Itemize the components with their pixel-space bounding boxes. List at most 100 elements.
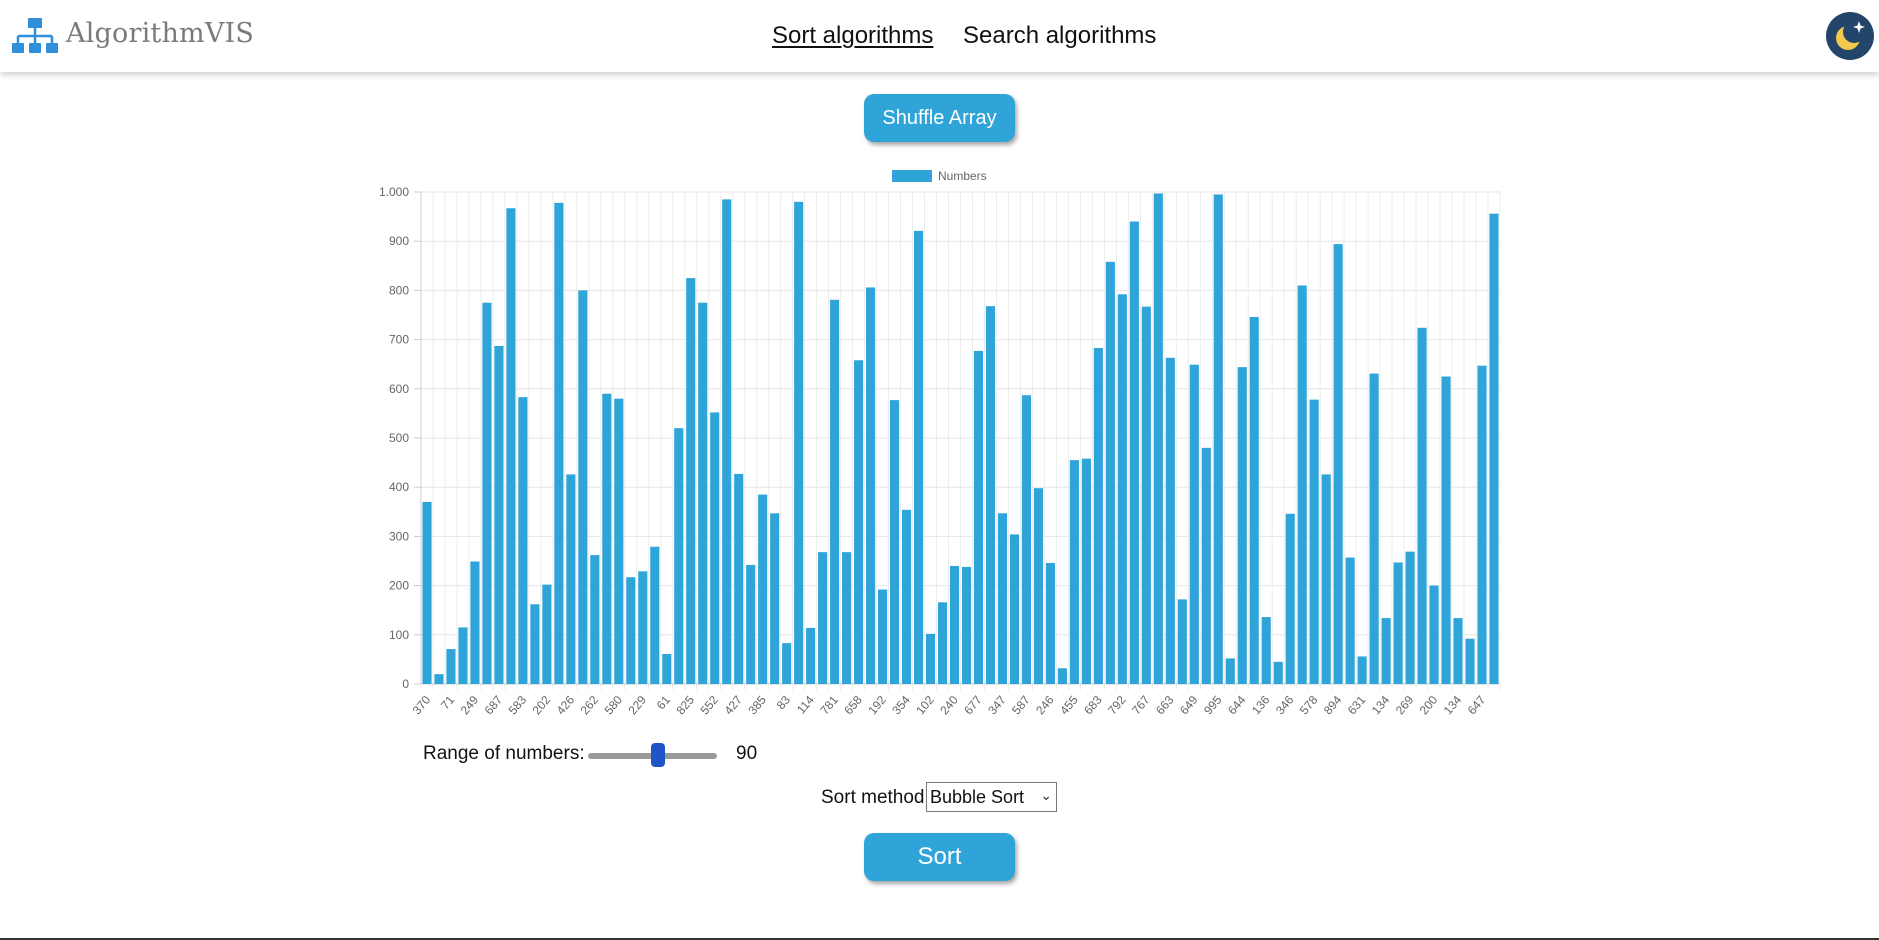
- x-tick-label: 455: [1057, 693, 1081, 718]
- chart-bar: [1129, 221, 1139, 684]
- chart-bar: [1429, 585, 1439, 684]
- chart-bar: [997, 513, 1008, 684]
- x-tick-label: 229: [625, 693, 649, 718]
- sitemap-logo-icon[interactable]: [12, 16, 58, 56]
- range-slider-thumb[interactable]: [651, 743, 665, 767]
- chart-bar: [1345, 557, 1355, 684]
- x-tick-label: 687: [482, 693, 506, 718]
- chart-bar: [1273, 661, 1283, 684]
- chart-bar: [566, 474, 576, 684]
- chart-bar: [434, 674, 444, 684]
- x-tick-label: 631: [1345, 693, 1369, 718]
- chart-bar: [482, 302, 492, 684]
- chart-bar: [973, 350, 984, 684]
- chart-bar: [1285, 513, 1295, 684]
- x-tick-label: 240: [937, 693, 961, 718]
- chart-bar: [770, 513, 780, 684]
- chart-bar: [698, 302, 708, 684]
- chart-bar: [1441, 376, 1451, 684]
- chart-bar: [650, 546, 660, 684]
- y-tick-label: 400: [389, 480, 409, 494]
- x-tick-label: 894: [1321, 693, 1345, 718]
- chart-bar: [1381, 618, 1391, 684]
- nav-search-algorithms[interactable]: Search algorithms: [963, 22, 1156, 50]
- chart-bar: [1045, 562, 1055, 684]
- chart-bar: [530, 604, 540, 684]
- chart-bar: [458, 627, 468, 684]
- chart-bar: [758, 494, 768, 684]
- chart-bar: [782, 643, 792, 684]
- chart-bar: [1117, 294, 1127, 684]
- sort-method-select[interactable]: Bubble Sort ⌄: [926, 782, 1057, 812]
- x-tick-label: 825: [673, 693, 697, 718]
- sort-button[interactable]: Sort: [864, 833, 1015, 881]
- shuffle-array-button[interactable]: Shuffle Array: [864, 94, 1015, 142]
- x-tick-label: 644: [1225, 693, 1249, 718]
- y-tick-label: 900: [389, 234, 409, 248]
- chart-bar: [937, 602, 948, 684]
- x-tick-label: 346: [1273, 693, 1297, 718]
- y-tick-label: 300: [389, 529, 409, 543]
- chart-bar: [1057, 668, 1067, 684]
- chart-bar: [842, 552, 852, 684]
- chart-bar: [494, 345, 504, 684]
- chart-bar: [674, 428, 684, 684]
- y-tick-label: 0: [402, 677, 409, 691]
- chart-bar: [1237, 367, 1247, 684]
- chart-bar: [446, 649, 456, 684]
- y-tick-label: 1.000: [379, 185, 409, 199]
- chart-bar: [1393, 562, 1403, 684]
- chart-bar: [518, 397, 528, 684]
- chart-bar: [1105, 261, 1115, 684]
- x-tick-label: 385: [745, 693, 769, 718]
- chart-bar: [710, 412, 720, 684]
- chart-bar: [1453, 618, 1463, 684]
- chart-bar: [1177, 599, 1187, 684]
- x-tick-label: 347: [985, 693, 1009, 718]
- nav-sort-algorithms[interactable]: Sort algorithms: [772, 22, 933, 50]
- chart-bar: [1189, 364, 1199, 684]
- chart-bar: [1261, 617, 1271, 684]
- x-tick-label: 552: [697, 693, 721, 718]
- chart-bar: [1417, 327, 1427, 684]
- chart-bar: [470, 561, 480, 684]
- x-tick-label: 370: [410, 693, 434, 718]
- x-tick-label: 649: [1177, 693, 1201, 718]
- x-tick-label: 781: [817, 693, 841, 718]
- chart-bar: [1405, 551, 1415, 684]
- x-tick-label: 249: [458, 693, 482, 718]
- brand-name[interactable]: AlgorithmVIS: [66, 18, 254, 49]
- chart-bar: [949, 565, 960, 684]
- chart-bar: [794, 201, 804, 684]
- sort-method-label: Sort method:: [821, 787, 930, 808]
- x-tick-label: 114: [794, 693, 817, 717]
- x-tick-label: 262: [578, 693, 602, 718]
- x-tick-label: 647: [1465, 693, 1489, 718]
- chart-bar: [1093, 347, 1103, 684]
- chart-bar: [578, 290, 588, 684]
- x-tick-label: 683: [1081, 693, 1105, 718]
- chart-bar: [1009, 534, 1020, 684]
- x-tick-label: 134: [1441, 693, 1465, 718]
- x-tick-label: 995: [1201, 693, 1225, 718]
- chart-bar: [1201, 447, 1211, 684]
- x-tick-label: 136: [1249, 693, 1273, 718]
- y-tick-label: 700: [389, 333, 409, 347]
- theme-toggle-button[interactable]: [1826, 12, 1874, 60]
- x-tick-label: 269: [1393, 693, 1417, 718]
- sort-method-value: Bubble Sort: [930, 787, 1025, 807]
- x-tick-label: 578: [1297, 693, 1321, 718]
- chart-bar: [1021, 395, 1031, 684]
- chart-bar: [985, 306, 996, 684]
- chart-bar: [1321, 474, 1331, 684]
- x-tick-label: 583: [506, 693, 530, 718]
- chart-bar: [602, 393, 612, 684]
- chart-bar: [662, 653, 672, 684]
- range-value: 90: [736, 743, 758, 764]
- chart-bar: [686, 278, 696, 684]
- chart-bar: [806, 627, 816, 684]
- x-tick-label: 658: [841, 693, 865, 718]
- y-tick-label: 500: [389, 431, 409, 445]
- chart-bar: [854, 360, 864, 684]
- x-tick-label: 677: [961, 693, 985, 718]
